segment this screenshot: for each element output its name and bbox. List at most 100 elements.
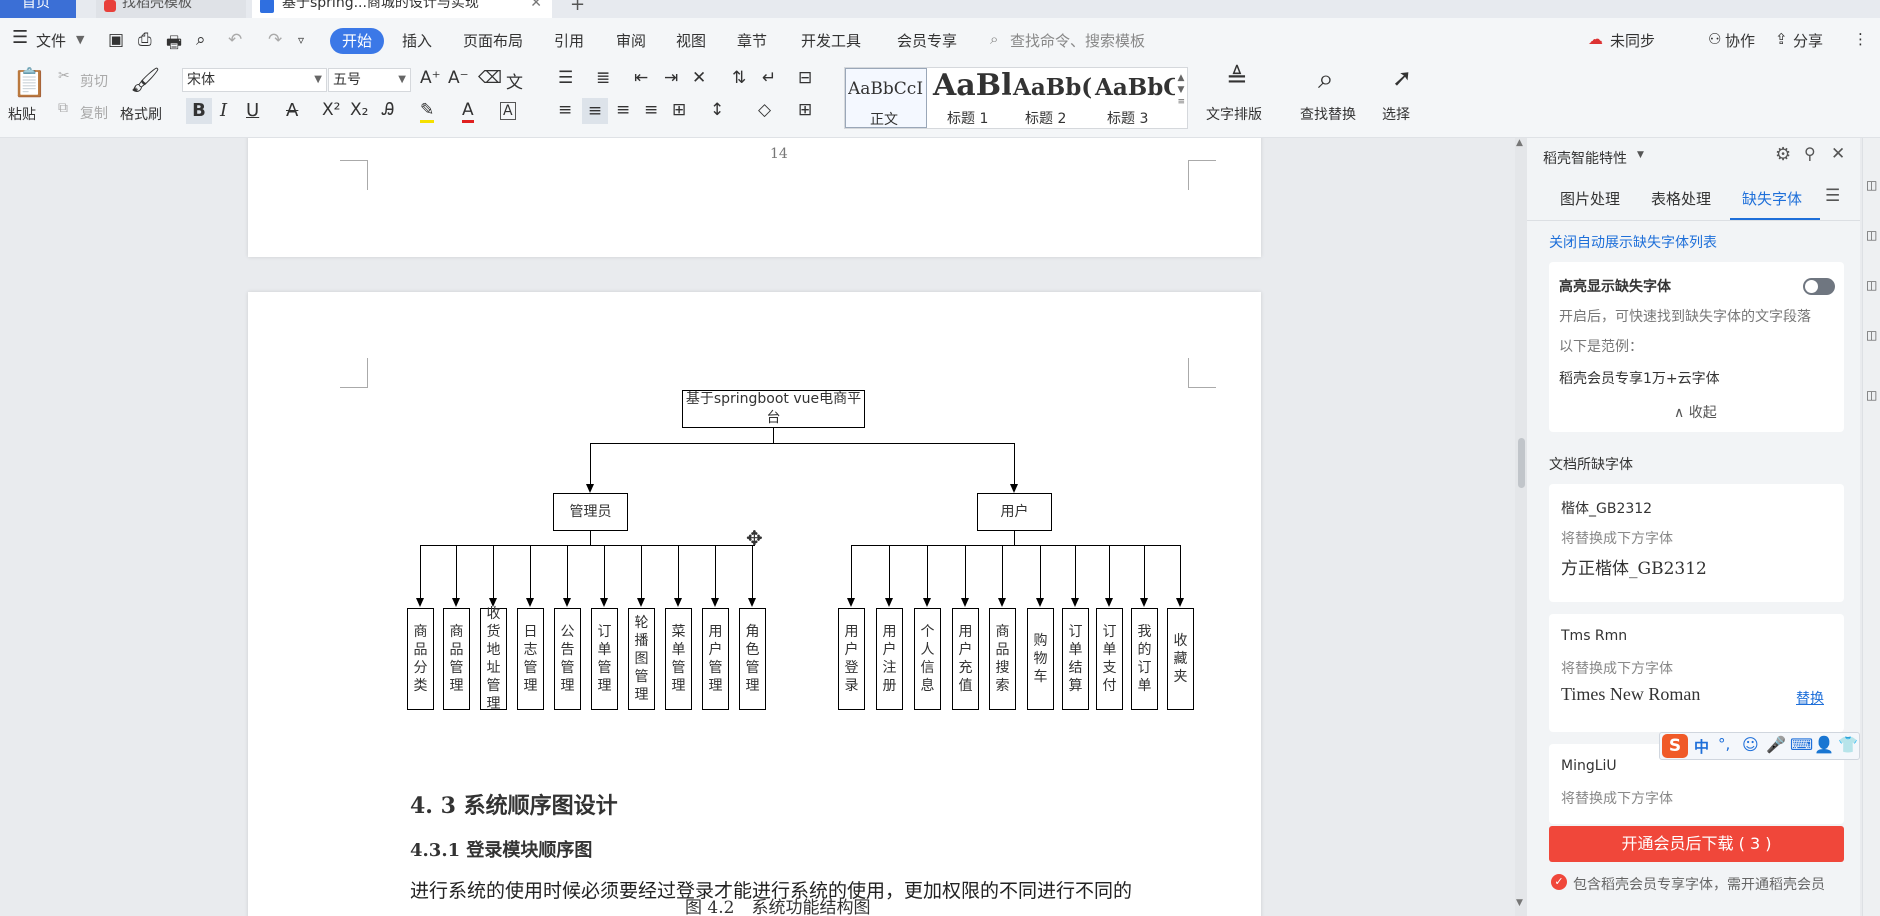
font-name-select[interactable]: 宋体 ▼ [182, 68, 327, 92]
font-size-select[interactable]: 五号 ▼ [328, 68, 411, 92]
export-pdf-icon[interactable]: ⎙ [138, 30, 152, 50]
panel-tab-image[interactable]: 图片处理 [1560, 188, 1620, 209]
user-icon[interactable]: 👤 [1814, 735, 1834, 754]
cursor-select-icon[interactable]: ➚ [1392, 64, 1412, 92]
tab-home[interactable]: 首页 [0, 0, 76, 18]
panel-tab-missing-fonts[interactable]: 缺失字体 [1742, 188, 1802, 209]
style-heading2[interactable]: AaBb( 标题 2 [1011, 68, 1093, 128]
decrease-indent-icon[interactable]: ⇤ [634, 68, 648, 88]
customize-icon[interactable]: ▿ [298, 33, 304, 47]
table-border-icon[interactable]: ⊟ [798, 68, 812, 88]
print-preview-icon[interactable]: ⌕ [196, 30, 206, 50]
keyboard-icon[interactable]: ⌨ [1790, 735, 1813, 754]
distribute-icon[interactable]: ⊞ [672, 100, 686, 120]
document-scrollbar[interactable]: ▲ ▼ [1515, 138, 1527, 916]
skin-icon[interactable]: 👕 [1838, 735, 1858, 754]
copy-icon[interactable]: ⧉ [58, 100, 68, 116]
new-tab-icon[interactable]: + [570, 0, 585, 15]
menu-tab-insert[interactable]: 插入 [402, 30, 432, 51]
show-marks-icon[interactable]: ↵ [762, 68, 776, 88]
shrink-font-icon[interactable]: A⁻ [448, 68, 469, 88]
borders-icon[interactable]: ⊞ [798, 100, 812, 120]
pin-icon[interactable]: ⚲ [1804, 144, 1816, 163]
underline-icon[interactable]: U [246, 100, 259, 121]
panel-menu-icon[interactable]: ☰ [1825, 186, 1840, 206]
share-button[interactable]: 分享 [1793, 30, 1823, 51]
scroll-up-icon[interactable]: ▲ [1516, 138, 1523, 148]
menu-tab-layout[interactable]: 页面布局 [463, 30, 523, 51]
sync-status[interactable]: 未同步 [1610, 30, 1655, 51]
pinyin-icon[interactable]: 文 [506, 68, 523, 93]
bullet-list-icon[interactable]: ☰ [558, 68, 573, 88]
download-button[interactable]: 开通会员后下载 ( 3 ) [1549, 826, 1844, 862]
replace-button[interactable]: 替换 [1796, 688, 1824, 708]
clear-format-icon[interactable]: ⌫ [478, 68, 502, 88]
menu-tab-member[interactable]: 会员专享 [897, 30, 957, 51]
ime-lang[interactable]: 中 [1694, 736, 1709, 757]
text-layout-icon[interactable]: ≜ [1226, 64, 1248, 94]
panel-tab-table[interactable]: 表格处理 [1651, 188, 1711, 209]
undo-icon[interactable]: ↶ [228, 30, 242, 50]
tab-docer-templates[interactable]: 找稻壳模板 [96, 0, 246, 18]
gallery-scroll-icon[interactable]: ▲ ▼ ≡ [1177, 72, 1185, 108]
highlight-color-icon[interactable]: ✎ [420, 100, 435, 123]
strikethrough-icon[interactable]: A [286, 100, 298, 121]
menu-tab-view[interactable]: 视图 [676, 30, 706, 51]
menu-tab-references[interactable]: 引用 [554, 30, 584, 51]
align-center-icon[interactable]: ≡ [582, 98, 608, 124]
increase-indent-icon[interactable]: ⇥ [664, 68, 678, 88]
brush-icon[interactable]: 🖌 [130, 66, 160, 94]
menu-tab-home[interactable]: 开始 [330, 28, 384, 54]
close-icon[interactable]: ✕ [1831, 144, 1845, 164]
panel-title[interactable]: 稻壳智能特性 [1543, 148, 1627, 168]
text-effect-icon[interactable]: Ꭿ [382, 100, 394, 120]
line-spacing-icon[interactable]: ↕ [710, 100, 724, 120]
format-painter-button[interactable]: 格式刷 [120, 104, 162, 124]
collab-button[interactable]: 协作 [1725, 30, 1755, 51]
scissors-icon[interactable]: ✂ [58, 68, 70, 84]
shading-icon[interactable]: ◇ [758, 100, 771, 120]
text-layout-button[interactable]: 文字排版 [1206, 104, 1262, 124]
scroll-down-icon[interactable]: ▼ [1516, 898, 1523, 908]
tab-document[interactable]: 基于spring...商城的设计与实现 ✕ [252, 0, 552, 18]
grow-font-icon[interactable]: A⁺ [420, 68, 441, 88]
menu-tab-review[interactable]: 审阅 [616, 30, 646, 51]
bold-icon[interactable]: B [186, 98, 212, 124]
style-heading1[interactable]: AaBl 标题 1 [929, 68, 1011, 128]
punctuation-icon[interactable]: °, [1718, 735, 1730, 753]
highlight-toggle[interactable] [1803, 278, 1835, 295]
italic-icon[interactable]: I [220, 100, 227, 121]
align-left-icon[interactable]: ≡ [558, 100, 572, 120]
clipboard-icon[interactable]: 📋 [12, 66, 47, 99]
sogou-logo-icon[interactable]: S [1662, 734, 1688, 758]
more-icon[interactable]: ⋮ [1853, 30, 1868, 48]
sidebar-tool-icon[interactable]: ◫ [1866, 388, 1877, 402]
menu-tab-developer[interactable]: 开发工具 [801, 30, 861, 51]
font-color-icon[interactable]: A [462, 100, 474, 123]
close-auto-list-link[interactable]: 关闭自动展示缺失字体列表 [1549, 232, 1717, 252]
collapse-button[interactable]: ∧ 收起 [1674, 402, 1717, 422]
document-canvas[interactable]: 14 基于springboot vue电商平台 管理员 用户 商品分类 商品管理 收… [0, 138, 1515, 916]
tab-close-icon[interactable]: ✕ [530, 0, 542, 15]
select-button[interactable]: 选择 [1382, 104, 1410, 124]
sidebar-tool-icon[interactable]: ◫ [1866, 278, 1877, 292]
body-paragraph[interactable]: 进行系统的使用时候必须要经过登录才能进行系统的使用，更加权限的不同进行不同的 [410, 876, 1132, 903]
copy-button[interactable]: 复制 [80, 103, 108, 123]
style-heading3[interactable]: AaBbC 标题 3 [1093, 68, 1175, 128]
save-icon[interactable]: ▣ [108, 30, 124, 50]
file-menu[interactable]: 文件 [36, 30, 66, 51]
cut-button[interactable]: 剪切 [80, 71, 108, 91]
emoji-icon[interactable]: ☺ [1742, 735, 1759, 754]
command-search-input[interactable]: 查找命令、搜索模板 [1010, 30, 1145, 51]
sidebar-tool-icon[interactable]: ◫ [1866, 178, 1877, 192]
gear-icon[interactable]: ⚙ [1775, 144, 1791, 165]
find-replace-icon[interactable]: ⌕ [1318, 62, 1334, 96]
microphone-icon[interactable]: 🎤 [1766, 735, 1786, 754]
scrollbar-thumb[interactable] [1518, 438, 1525, 488]
chinese-layout-icon[interactable]: ✕ [692, 68, 706, 88]
align-right-icon[interactable]: ≡ [616, 100, 630, 120]
sort-icon[interactable]: ⇅ [732, 68, 746, 88]
justify-icon[interactable]: ≡ [644, 100, 658, 120]
redo-icon[interactable]: ↷ [268, 30, 282, 50]
char-border-icon[interactable]: A [500, 102, 516, 120]
